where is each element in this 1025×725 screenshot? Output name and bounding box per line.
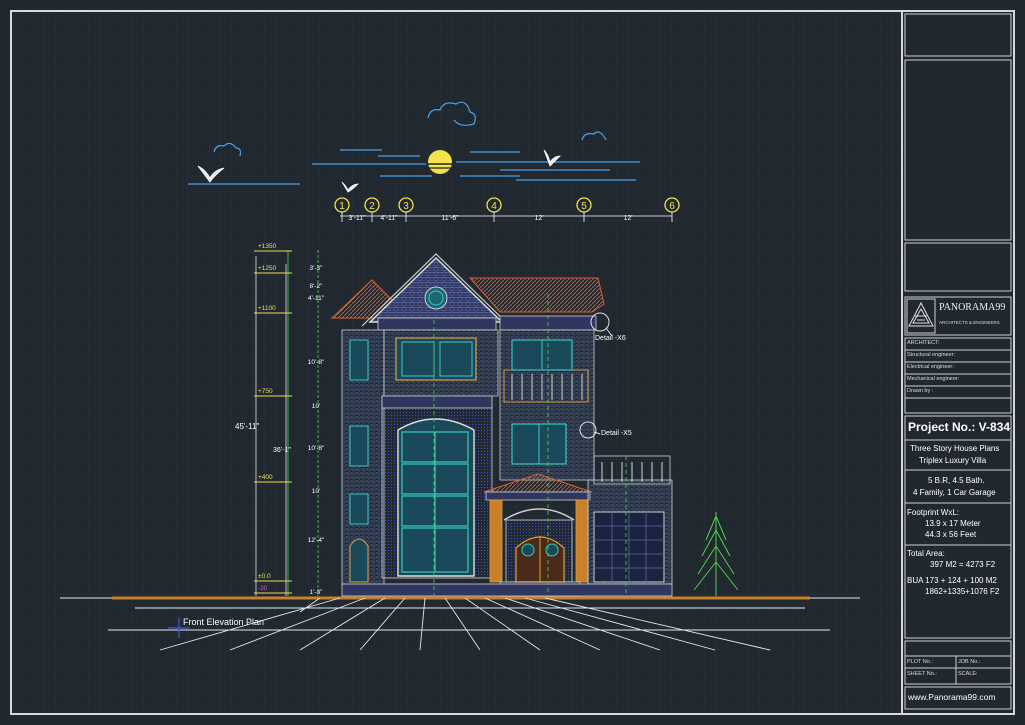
electrical-engineer-row: Electrical engineer: [907,364,954,370]
vertical-dimension: 3'-3" [310,265,324,272]
job-no: JOB No.: [958,659,981,665]
grid-bubble-label: 1 [339,201,345,212]
detail-label-x5: Detail -X5 [601,430,632,437]
footprint-feet: 44.3 x 56 Feet [925,530,977,539]
cad-drawing-canvas: 1 2 3 4 5 6 3'-11" 4'-11" 11'-6" 12' 12' +135… [0,0,1025,725]
grid-bubble-label: 2 [369,201,375,212]
horizontal-dimension: 11'-6" [441,215,459,222]
total-area-value: 397 M2 = 4273 F2 [930,560,996,569]
detail-label-x6: Detail -X6 [595,335,626,342]
grid-bubble-label: 3 [403,201,409,212]
architect-row: ARCHITECT: [907,340,940,346]
footprint-meter: 13.9 x 17 Meter [925,519,981,528]
description-line-2: Triplex Luxury Villa [919,456,987,465]
level-marker: +1350 [258,243,277,250]
scale: SCALE: [958,671,978,677]
bua-line-2: 1862+1335+1076 F2 [925,587,1000,596]
total-area-label: Total Area: [907,549,945,558]
company-subtitle: ARCHITECTS & ENGINEERS [939,320,1000,325]
bua-line-1: BUA 173 + 124 + 100 M2 [907,576,997,585]
grid-bubble-label: 4 [491,201,497,212]
drawing-title: Front Elevation Plan [183,617,265,627]
mechanical-engineer-row: Mechanical engineer: [907,376,960,382]
drawn-by-row: Drawn by : [907,388,934,394]
horizontal-dimension: 3'-11" [348,215,366,222]
company-name: PANORAMA99 [939,302,1006,313]
moon [428,150,452,174]
sheet-no: SHEET No.: [907,671,937,677]
level-marker: +1100 [258,305,276,312]
vertical-dimension: 10'-8" [308,359,325,366]
sub-height-label: 36'-1" [273,447,291,454]
level-marker: +1250 [258,265,277,272]
plot-no: PLOT No.: [907,659,933,665]
vertical-dimension: 10'-8" [308,445,325,452]
level-marker: ±0.0 [258,573,271,580]
overall-height-label: 45'-11" [235,422,260,431]
description-line-1: Three Story House Plans [910,444,1000,453]
vertical-dimension: 10' [312,403,320,410]
vertical-dimension: 8'-2" [310,283,324,290]
level-marker: +400 [258,474,273,481]
grid-bubble-label: 6 [669,201,675,212]
grid-bubble-label: 5 [581,201,587,212]
spec-line-2: 4 Family, 1 Car Garage [913,488,996,497]
vertical-dimension: 10' [312,488,320,495]
horizontal-dimension: 4'-11" [380,215,398,222]
vertical-dimension: 4'-11" [308,295,325,302]
project-number: Project No.: V-834 [908,420,1011,434]
level-marker: +750 [258,388,273,395]
level-marker: -30 [258,585,268,592]
spec-line-1: 5 B.R, 4.5 Bath. [928,476,985,485]
website-link[interactable]: www.Panorama99.com [908,692,995,702]
vertical-dimension: 1'-3" [310,589,324,596]
horizontal-dimension: 12' [534,215,543,222]
horizontal-dimension: 12' [623,215,632,222]
structural-engineer-row: Structural engineer: [907,352,955,358]
footprint-label: Footprint WxL: [907,508,960,517]
vertical-dimension: 12'-4" [308,537,325,544]
